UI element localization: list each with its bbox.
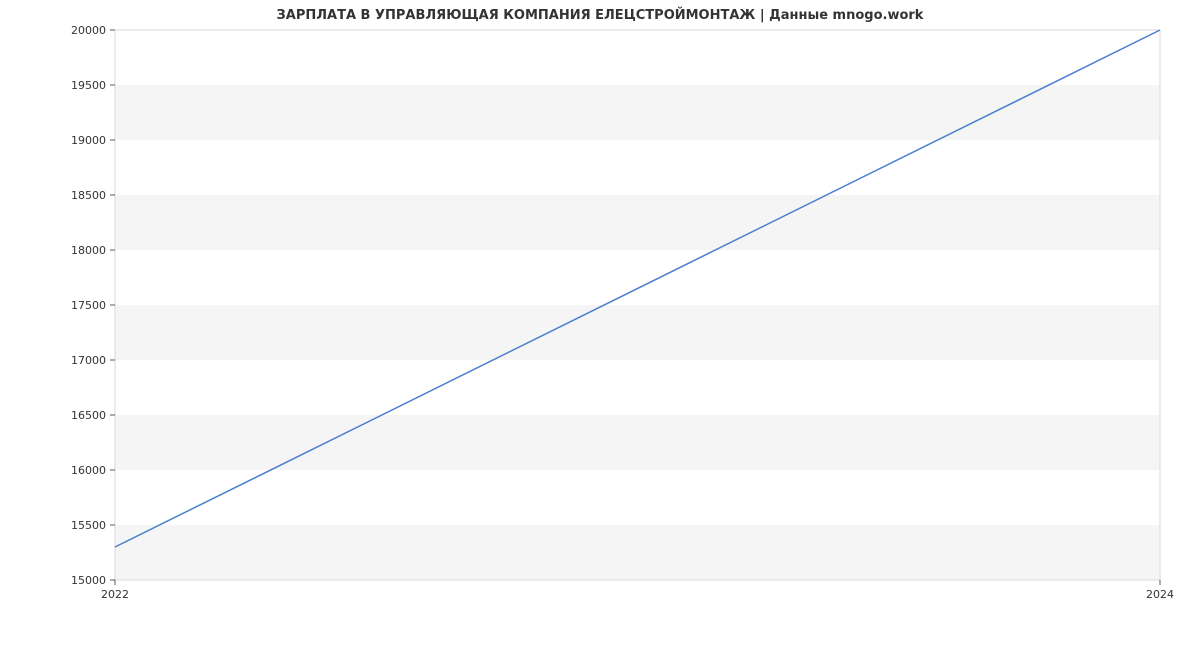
- grid-band: [115, 140, 1160, 195]
- x-tick-label: 2022: [101, 588, 129, 601]
- grid-band: [115, 415, 1160, 470]
- y-tick-label: 18500: [71, 189, 106, 202]
- y-tick-label: 19500: [71, 79, 106, 92]
- grid-band: [115, 195, 1160, 250]
- chart-container: ЗАРПЛАТА В УПРАВЛЯЮЩАЯ КОМПАНИЯ ЕЛЕЦСТРО…: [0, 0, 1200, 650]
- chart-svg: 15000 15500 16000 16500 17000 17500 18000 18500…: [0, 0, 1200, 650]
- y-tick-label: 17000: [71, 354, 106, 367]
- y-tick-label: 18000: [71, 244, 106, 257]
- grid-band: [115, 470, 1160, 525]
- grid-band: [115, 30, 1160, 85]
- x-tick-label: 2024: [1146, 588, 1174, 601]
- y-tick-label: 16500: [71, 409, 106, 422]
- y-tick-label: 19000: [71, 134, 106, 147]
- grid-band: [115, 525, 1160, 580]
- y-tick-label: 17500: [71, 299, 106, 312]
- y-tick-label: 16000: [71, 464, 106, 477]
- y-tick-label: 15500: [71, 519, 106, 532]
- y-tick-label: 15000: [71, 574, 106, 587]
- grid-band: [115, 85, 1160, 140]
- grid-band: [115, 250, 1160, 305]
- grid-band: [115, 360, 1160, 415]
- y-tick-label: 20000: [71, 24, 106, 37]
- grid-band: [115, 305, 1160, 360]
